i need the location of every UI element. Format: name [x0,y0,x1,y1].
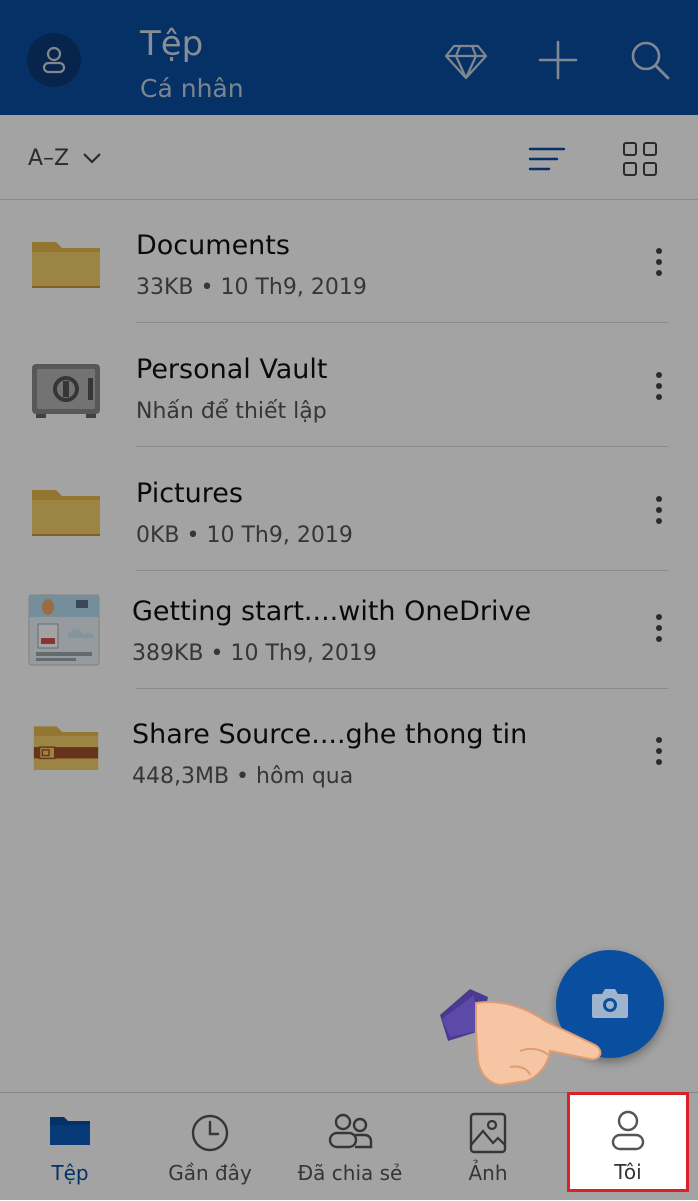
more-vertical-icon [645,246,673,276]
add-button[interactable] [536,38,580,82]
file-meta: 389KB • 10 Th9, 2019 [132,641,377,666]
file-name: Share Source....ghe thong tin [132,719,528,750]
add-icon [538,40,578,80]
nav-tab-photos[interactable]: Ảnh [418,1093,558,1201]
file-name: Pictures [136,478,243,509]
list-view-button[interactable] [527,141,567,177]
list-item[interactable]: Getting start....with OneDrive 389KB • 1… [0,566,698,689]
highlight-box [567,1092,689,1192]
more-vertical-icon [645,494,673,524]
more-vertical-icon [645,612,673,642]
file-meta: 33KB • 10 Th9, 2019 [136,275,367,300]
divider [136,446,668,447]
file-name: Personal Vault [136,354,328,385]
grid-view-icon [623,142,657,176]
nav-label: Gần đây [168,1161,252,1185]
person-icon [42,46,66,74]
more-options-button[interactable] [645,612,673,652]
file-name: Documents [136,230,290,261]
more-options-button[interactable] [645,370,673,410]
list-item[interactable]: Share Source....ghe thong tin 448,3MB • … [0,689,698,812]
premium-diamond-icon [444,44,488,80]
clock-icon [191,1114,229,1152]
folder-icon [32,490,100,536]
list-view-icon [528,147,566,171]
shared-folder-icon [33,726,99,770]
search-button[interactable] [628,38,672,82]
folder-icon [50,1117,90,1145]
more-options-button[interactable] [645,494,673,534]
nav-tab-recent[interactable]: Gần đây [140,1093,280,1201]
grid-view-button[interactable] [620,139,660,179]
page-title: Tệp [140,24,204,64]
more-options-button[interactable] [645,735,673,775]
app-header: Tệp Cá nhân [0,0,698,115]
more-vertical-icon [645,735,673,765]
file-meta: 0KB • 10 Th9, 2019 [136,523,353,548]
nav-tab-shared[interactable]: Đã chia sẻ [280,1093,420,1201]
file-name: Getting start....with OneDrive [132,596,532,627]
premium-button[interactable] [444,38,488,82]
pdf-thumbnail [28,594,100,666]
people-icon [328,1113,373,1149]
nav-label: Ảnh [468,1161,508,1185]
pointing-hand-icon [440,989,602,1087]
sort-label: A–Z [28,146,70,171]
more-vertical-icon [645,370,673,400]
list-item[interactable]: Personal Vault Nhấn để thiết lập [0,324,698,447]
account-avatar-button[interactable] [27,33,81,87]
chevron-down-icon [83,153,101,164]
sort-bar: A–Z [0,115,698,200]
file-meta: 448,3MB • hôm qua [132,764,354,789]
divider [136,322,668,323]
file-meta: Nhấn để thiết lập [136,399,327,424]
nav-label: Tệp [51,1161,89,1185]
nav-label: Đã chia sẻ [297,1161,403,1185]
vault-icon [32,364,100,418]
list-item[interactable]: Pictures 0KB • 10 Th9, 2019 [0,448,698,571]
folder-icon [32,242,100,288]
search-icon [631,41,670,80]
nav-tab-files[interactable]: Tệp [0,1093,140,1201]
page-subtitle: Cá nhân [140,74,244,103]
image-icon [469,1112,507,1154]
more-options-button[interactable] [645,246,673,286]
list-item[interactable]: Documents 33KB • 10 Th9, 2019 [0,200,698,323]
